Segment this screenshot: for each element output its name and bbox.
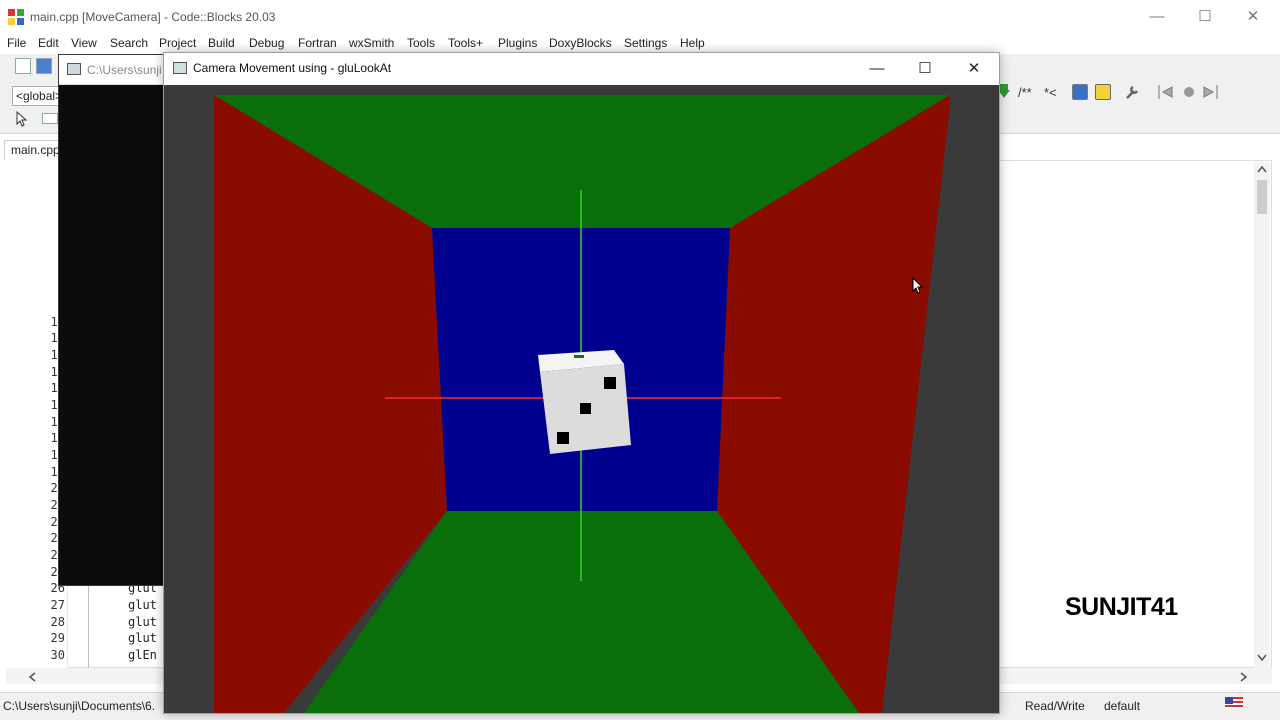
glut-window-icon: [173, 62, 187, 74]
menu-build[interactable]: Build: [208, 36, 235, 50]
status-file-path: C:\Users\sunji\Documents\6.: [3, 699, 156, 713]
watermark-text: SUNJIT41: [1065, 593, 1178, 621]
code-line: glut: [128, 598, 157, 612]
menu-tools-plus[interactable]: Tools+: [448, 36, 483, 50]
tab-main-cpp[interactable]: main.cpp: [4, 140, 60, 160]
help-icon[interactable]: [1095, 84, 1111, 100]
bookmark-icon[interactable]: [1183, 86, 1195, 98]
doxywizard-icon[interactable]: [1072, 84, 1088, 100]
menu-bar: File Edit View Search Project Build Debu…: [0, 34, 1280, 54]
glut-maximize-button[interactable]: ☐: [910, 58, 940, 80]
vertical-scroll-thumb[interactable]: [1257, 180, 1267, 214]
codeblocks-titlebar: main.cpp [MoveCamera] - Code::Blocks 20.…: [0, 0, 1280, 34]
line-number: 27: [50, 598, 65, 612]
next-bookmark-icon[interactable]: [1202, 85, 1218, 99]
menu-debug[interactable]: Debug: [249, 36, 284, 50]
doxy-block-comment-button[interactable]: /**: [1018, 85, 1032, 100]
menu-project[interactable]: Project: [159, 36, 196, 50]
scroll-up-icon[interactable]: [1257, 165, 1267, 173]
status-read-write: Read/Write: [1025, 699, 1085, 713]
menu-edit[interactable]: Edit: [38, 36, 59, 50]
opengl-canvas[interactable]: [164, 85, 999, 713]
maximize-button[interactable]: ☐: [1193, 6, 1217, 28]
vertical-scrollbar[interactable]: [1254, 162, 1270, 668]
menu-file[interactable]: File: [7, 36, 26, 50]
line-number: 28: [50, 615, 65, 629]
mouse-cursor-icon: [912, 277, 924, 294]
menu-help[interactable]: Help: [680, 36, 705, 50]
console-window-icon: [67, 63, 81, 75]
new-file-icon[interactable]: [15, 58, 31, 74]
glut-titlebar[interactable]: Camera Movement using - gluLookAt — ☐ ✕: [164, 53, 999, 85]
wrench-icon[interactable]: [1124, 84, 1140, 100]
glut-close-button[interactable]: ✕: [959, 58, 989, 80]
menu-fortran[interactable]: Fortran: [298, 36, 337, 50]
scroll-right-icon[interactable]: [1240, 672, 1248, 682]
menu-settings[interactable]: Settings: [624, 36, 667, 50]
dice-cube: [538, 350, 631, 454]
codeblocks-window-title: main.cpp [MoveCamera] - Code::Blocks 20.…: [30, 10, 276, 24]
glut-window-title: Camera Movement using - gluLookAt: [193, 61, 392, 75]
menu-plugins[interactable]: Plugins: [498, 36, 537, 50]
menu-view[interactable]: View: [71, 36, 97, 50]
menu-wxsmith[interactable]: wxSmith: [349, 36, 394, 50]
code-line: glEn: [128, 648, 157, 662]
minimize-button[interactable]: —: [1145, 6, 1169, 28]
prev-bookmark-icon[interactable]: [1158, 85, 1174, 99]
status-encoding: default: [1104, 699, 1141, 713]
rectangle-tool-icon[interactable]: [42, 113, 58, 124]
line-number: 30: [50, 648, 65, 662]
glut-window[interactable]: Camera Movement using - gluLookAt — ☐ ✕: [163, 52, 1000, 714]
fold-margin-line: [88, 580, 89, 668]
menu-doxyblocks[interactable]: DoxyBlocks: [549, 36, 612, 50]
close-button[interactable]: ✕: [1241, 6, 1265, 28]
us-flag-icon: [1225, 697, 1243, 709]
codeblocks-app-icon: [8, 9, 24, 25]
scroll-left-icon[interactable]: [28, 672, 36, 682]
scroll-down-icon[interactable]: [1257, 654, 1267, 662]
open-file-icon[interactable]: [36, 58, 52, 74]
console-window[interactable]: C:\Users\sunji: [58, 54, 179, 586]
menu-tools[interactable]: Tools: [407, 36, 435, 50]
console-titlebar[interactable]: C:\Users\sunji: [59, 55, 179, 85]
doxy-line-comment-button[interactable]: *<: [1044, 85, 1057, 100]
pointer-tool-icon[interactable]: [14, 111, 30, 127]
menu-search[interactable]: Search: [110, 36, 148, 50]
code-line: glut: [128, 615, 157, 629]
line-number: 29: [50, 631, 65, 645]
glut-minimize-button[interactable]: —: [862, 58, 892, 80]
code-line: glut: [128, 631, 157, 645]
scope-dropdown[interactable]: <global>: [12, 86, 62, 106]
